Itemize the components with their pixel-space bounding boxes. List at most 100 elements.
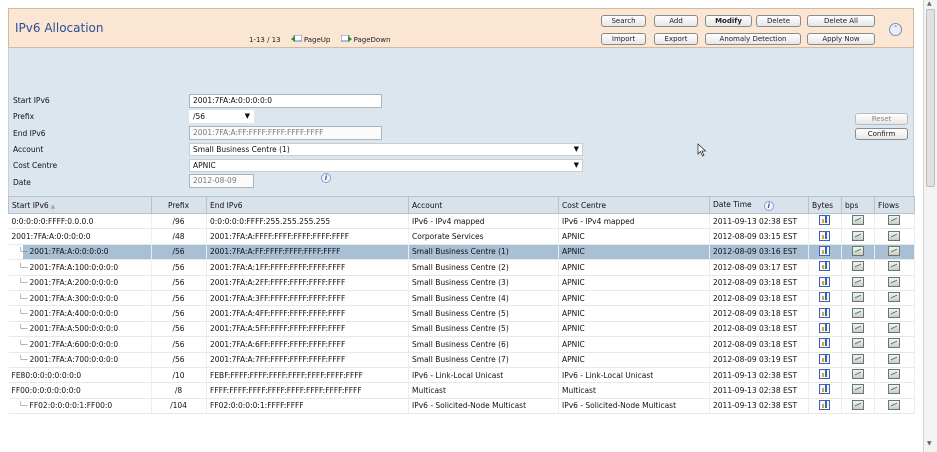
pager: 1-13 / 13 PageUp PageDown [249, 35, 390, 44]
cost-centre-select[interactable]: APNIC ▼ [189, 159, 583, 172]
table-row[interactable]: └─ 2001:7FA:A:400:0:0:0:0/56 2001:7FA:A:4F… [8, 305, 915, 322]
delete-all-button[interactable]: Delete All [807, 15, 875, 27]
table-row[interactable]: FF00:0:0:0:0:0:0:0/8 FFFF:FFFF:FFFF:FFFF:… [8, 382, 915, 399]
cell-prefix-text: /56 [172, 309, 185, 319]
bps-graph-icon[interactable] [851, 384, 864, 395]
table-row[interactable]: └─ 2001:7FA:A:600:0:0:0:0/56 2001:7FA:A:6F… [8, 336, 915, 353]
bps-graph-icon[interactable] [851, 399, 864, 410]
apply-now-button[interactable]: Apply Now [807, 33, 875, 45]
flows-graph-icon[interactable] [888, 322, 900, 333]
scrollbar-thumb[interactable] [926, 9, 935, 187]
table-row[interactable]: FE80:0:0:0:0:0:0:0/10 FEBF:FFFF:FFFF:FFFF… [8, 367, 915, 384]
cell-start-ipv6: └─ 2001:7FA:A:500:0:0:0:0 [8, 321, 152, 338]
bps-graph-icon[interactable] [851, 261, 864, 272]
search-button[interactable]: Search [601, 15, 646, 27]
table-row[interactable]: └─ FF02:0:0:0:0:1:FF00:0/104 FF02:0:0:0:0:… [8, 398, 915, 415]
flows-graph-icon[interactable] [888, 384, 900, 395]
import-button[interactable]: Import [601, 33, 646, 45]
bytes-chart-icon[interactable] [819, 384, 830, 395]
bps-graph-icon[interactable] [851, 338, 864, 349]
bytes-chart-cell [808, 382, 842, 399]
col-bps[interactable]: bps [841, 196, 875, 214]
bps-graph-icon[interactable] [851, 353, 864, 364]
flows-graph-icon[interactable] [888, 245, 900, 256]
col-end-ipv6[interactable]: End IPv6 [206, 196, 409, 214]
col-flows[interactable]: Flows [874, 196, 915, 214]
bytes-chart-icon[interactable] [819, 307, 830, 318]
bytes-chart-icon[interactable] [819, 261, 830, 272]
bytes-chart-icon[interactable] [819, 292, 830, 303]
account-select[interactable]: Small Business Centre (1) ▼ [189, 143, 583, 156]
table-row[interactable]: └─ 2001:7FA:A:200:0:0:0:0/56 2001:7FA:A:2F… [8, 275, 915, 291]
col-cost-centre[interactable]: Cost Centre [558, 196, 710, 214]
page-up-link[interactable]: PageUp [290, 35, 333, 44]
flows-graph-icon[interactable] [888, 261, 900, 272]
flows-graph-icon[interactable] [888, 307, 900, 318]
table-row[interactable]: 0:0:0:0:0:FFFF:0.0.0.0/96 0:0:0:0:0:FFFF:… [8, 213, 915, 230]
table-row[interactable]: └─ 2001:7FA:A:0:0:0:0:0/56 2001:7FA:A:FF:F… [8, 244, 915, 261]
tree-connector: └─ [18, 355, 28, 365]
bytes-chart-icon[interactable] [819, 338, 830, 349]
prefix-select[interactable]: /56 ▼ [189, 110, 254, 123]
flows-graph-icon[interactable] [888, 215, 900, 226]
bps-graph-icon[interactable] [851, 322, 864, 333]
bps-graph-icon[interactable] [851, 230, 864, 241]
flows-graph-icon[interactable] [888, 369, 900, 380]
reset-button[interactable]: Reset [855, 113, 908, 125]
vertical-scrollbar[interactable]: ▲ ▼ [923, 0, 937, 452]
flows-graph-icon[interactable] [888, 230, 900, 241]
bps-graph-icon[interactable] [851, 245, 864, 256]
flows-graph-icon[interactable] [888, 338, 900, 349]
flows-graph-icon[interactable] [888, 399, 900, 410]
cell-cost-centre: IPv6 - IPv4 mapped [558, 213, 710, 230]
start-ipv6-input[interactable]: 2001:7FA:A:0:0:0:0:0 [189, 94, 382, 108]
confirm-button[interactable]: Confirm [855, 128, 908, 140]
table-row[interactable]: └─ 2001:7FA:A:500:0:0:0:0/56 2001:7FA:A:5F… [8, 321, 915, 338]
bps-graph-icon[interactable] [851, 292, 864, 303]
bytes-chart-icon[interactable] [819, 369, 830, 380]
cell-end-ipv6: 2001:7FA:A:2FF:FFFF:FFFF:FFFF:FFFF [206, 275, 409, 291]
col-start-ipv6[interactable]: Start IPv6 ▲ [8, 196, 152, 214]
anomaly-detection-button[interactable]: Anomaly Detection [705, 33, 801, 45]
bps-graph-icon[interactable] [851, 307, 864, 318]
bytes-chart-icon[interactable] [819, 399, 830, 410]
cell-account: Small Business Centre (4) [408, 290, 559, 307]
scroll-down-icon[interactable]: ▼ [927, 440, 932, 447]
bytes-chart-icon[interactable] [819, 322, 830, 333]
col-bytes[interactable]: Bytes [808, 196, 842, 214]
cell-cost-centre-text: APNIC [562, 309, 585, 319]
cell-date-time-text: 2012-08-09 03:18 EST [713, 339, 798, 349]
table-row[interactable]: └─ 2001:7FA:A:100:0:0:0:0/56 2001:7FA:A:1F… [8, 259, 915, 276]
bps-graph-icon[interactable] [851, 276, 864, 287]
bps-graph-icon[interactable] [851, 369, 864, 380]
bytes-chart-icon[interactable] [819, 276, 830, 287]
delete-button[interactable]: Delete [756, 15, 801, 27]
table-row[interactable]: └─ 2001:7FA:A:700:0:0:0:0/56 2001:7FA:A:7F… [8, 352, 915, 368]
table-row[interactable]: └─ 2001:7FA:A:300:0:0:0:0/56 2001:7FA:A:3F… [8, 290, 915, 307]
bytes-chart-icon[interactable] [819, 245, 830, 256]
flows-graph-icon[interactable] [888, 276, 900, 287]
date-input[interactable]: 2012-08-09 [189, 174, 254, 188]
bytes-chart-icon[interactable] [819, 353, 830, 364]
cell-account-text: Small Business Centre (5) [412, 324, 509, 334]
info-icon[interactable]: i [321, 173, 331, 183]
bps-graph-icon[interactable] [851, 215, 864, 226]
col-prefix[interactable]: Prefix [151, 196, 207, 214]
table-row[interactable]: 2001:7FA:A:0:0:0:0:0/48 2001:7FA:A:FFFF:F… [8, 228, 915, 245]
add-button[interactable]: Add [654, 15, 698, 27]
page-down-link[interactable]: PageDown [340, 35, 390, 44]
col-account[interactable]: Account [408, 196, 559, 214]
cell-date-time-text: 2012-08-09 03:18 EST [713, 309, 798, 319]
flows-graph-icon[interactable] [888, 292, 900, 303]
flows-graph-icon[interactable] [888, 353, 900, 364]
modify-button[interactable]: Modify [705, 15, 752, 27]
cell-end-ipv6: FEBF:FFFF:FFFF:FFFF:FFFF:FFFF:FFFF:FFFF [206, 367, 409, 384]
cell-cost-centre: APNIC [558, 275, 710, 291]
col-date-time[interactable]: Date Time i [709, 196, 809, 214]
info-icon[interactable]: i [763, 201, 774, 211]
bytes-chart-icon[interactable] [819, 230, 830, 241]
scroll-up-icon[interactable]: ▲ [927, 0, 932, 7]
export-button[interactable]: Export [654, 33, 698, 45]
bytes-chart-icon[interactable] [819, 215, 830, 226]
collapse-icon[interactable]: ˆ [889, 23, 902, 36]
